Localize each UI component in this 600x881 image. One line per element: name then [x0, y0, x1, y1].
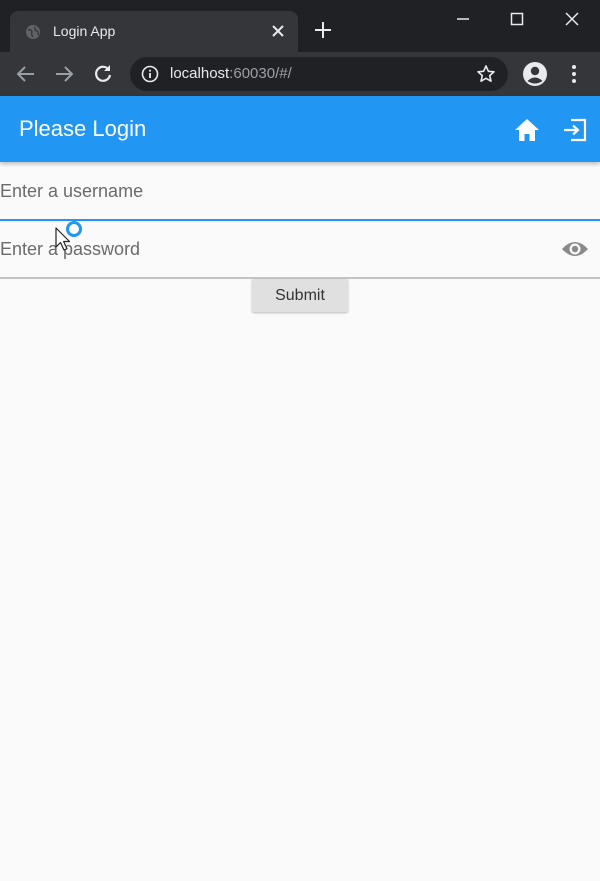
minimize-icon[interactable] [452, 8, 474, 30]
star-icon[interactable] [476, 64, 496, 84]
password-field [0, 221, 600, 279]
username-input[interactable] [0, 163, 600, 219]
username-field [0, 163, 600, 221]
close-icon[interactable] [270, 23, 286, 39]
close-window-icon[interactable] [561, 8, 583, 30]
maximize-icon[interactable] [506, 8, 528, 30]
home-icon[interactable] [514, 117, 540, 143]
submit-button[interactable]: Submit [252, 279, 348, 312]
browser-tabstrip: Login App [0, 0, 600, 52]
url-host: localhost [170, 65, 230, 82]
logout-icon[interactable] [562, 117, 588, 143]
arrow-left-icon[interactable] [15, 63, 37, 85]
reload-icon[interactable] [92, 63, 114, 85]
info-icon[interactable] [141, 65, 159, 83]
more-vertical-icon[interactable] [563, 63, 585, 85]
arrow-right-icon[interactable] [53, 63, 75, 85]
eye-icon[interactable] [561, 237, 589, 261]
url-path: :60030/#/ [229, 65, 292, 82]
browser-toolbar: localhost:60030/#/ [0, 52, 600, 96]
url-text[interactable]: localhost:60030/#/ [170, 65, 292, 82]
plus-icon[interactable] [314, 21, 332, 39]
globe-icon [26, 25, 40, 39]
page-title: Please Login [19, 116, 147, 141]
tab-title: Login App [53, 23, 116, 39]
address-bar[interactable]: localhost:60030/#/ [130, 57, 508, 91]
browser-tab[interactable]: Login App [10, 11, 298, 52]
password-input[interactable] [0, 221, 600, 277]
mouse-pointer-icon [55, 227, 71, 251]
app-bar: Please Login [0, 96, 600, 162]
account-icon[interactable] [522, 61, 548, 87]
